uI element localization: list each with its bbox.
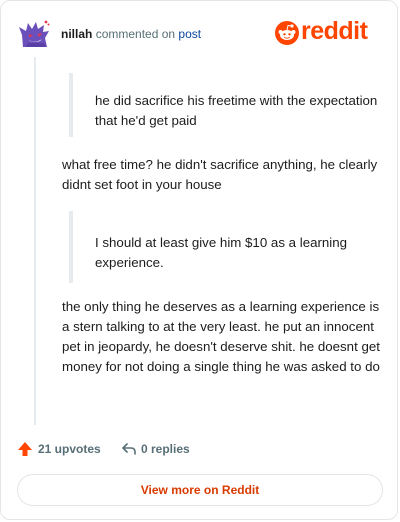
upvote-arrow-icon <box>18 442 32 456</box>
blockquote: he did sacrifice his freetime with the e… <box>69 73 393 137</box>
reddit-wordmark: reddit <box>301 17 368 45</box>
comment-header: nillah commented on post reddit <box>17 17 381 53</box>
comment-meta: nillah commented on post <box>61 27 201 41</box>
replies-count: 0 replies <box>141 442 190 456</box>
reddit-logo[interactable]: reddit <box>275 17 381 49</box>
post-link[interactable]: post <box>178 27 201 41</box>
quote-text: I should at least give him $10 as a lear… <box>95 235 348 270</box>
reply-arrow-icon <box>122 443 136 455</box>
gengar-avatar-icon[interactable] <box>17 17 51 51</box>
blockquote: I should at least give him $10 as a lear… <box>69 211 393 283</box>
comment-footer: 21 upvotes 0 replies <box>17 438 381 462</box>
view-more-button[interactable]: View more on Reddit <box>17 474 383 506</box>
commented-on-label: commented on <box>95 27 176 41</box>
thread-line <box>34 57 36 425</box>
quote-text: he did sacrifice his freetime with the e… <box>95 93 378 128</box>
username-link[interactable]: nillah <box>61 27 92 41</box>
comment-paragraph: the only thing he deserves as a learning… <box>62 299 380 374</box>
reddit-snoo-icon <box>275 21 299 45</box>
embedded-comment-card: nillah commented on post reddit he did s… <box>0 0 398 520</box>
upvote-count: 21 upvotes <box>38 442 101 456</box>
comment-paragraph: what free time? he didn't sacrifice anyt… <box>62 157 378 192</box>
